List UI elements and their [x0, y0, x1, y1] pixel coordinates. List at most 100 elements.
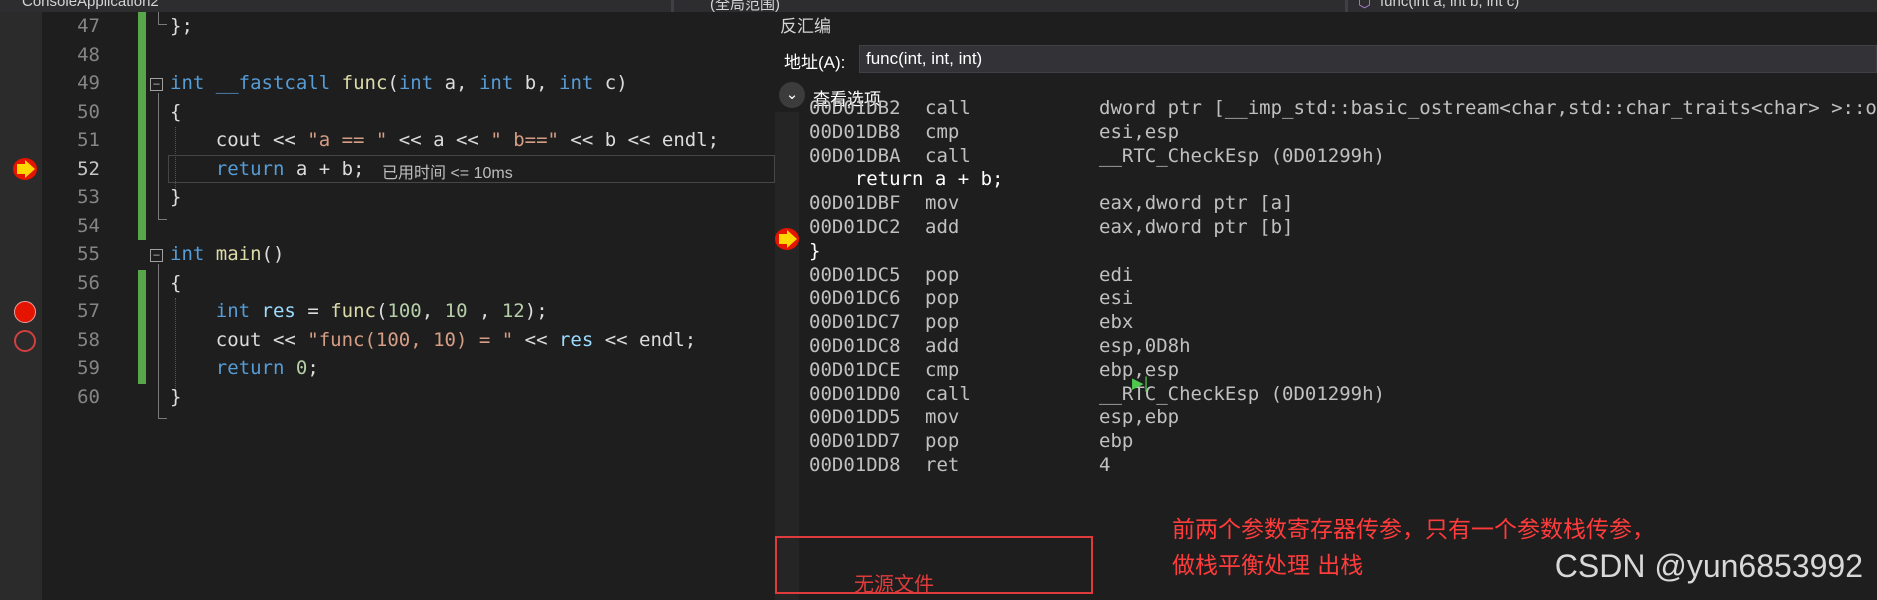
instruction-arg: eax,dword ptr [b] — [1099, 216, 1294, 238]
function-dropdown[interactable]: func(int a, int b, int c) — [1380, 0, 1519, 11]
line-number: 51 — [77, 129, 100, 151]
code-token: << endl; — [593, 328, 697, 351]
watermark: CSDN @yun6853992 — [1554, 548, 1863, 584]
code-token: ( — [375, 300, 388, 322]
project-dropdown[interactable]: ConsoleApplication2 — [22, 0, 159, 11]
code-line[interactable]: 57 int res = func(100, 10 , 12); — [0, 297, 775, 326]
line-number: 56 — [77, 271, 100, 294]
code-line[interactable]: 56 { — [0, 269, 775, 298]
code-token: " b==" — [490, 129, 559, 151]
code-line[interactable]: 49 int __fastcall func(int a, int b, int … — [0, 69, 775, 98]
scope-guide — [158, 418, 167, 419]
code-token: func — [341, 72, 388, 94]
line-number: 50 — [77, 100, 100, 123]
annotation-line: 前两个参数寄存器传参，只有一个参数栈传参， — [1172, 517, 1655, 543]
address-input[interactable] — [859, 45, 1877, 73]
disassembly-window[interactable]: 反汇编 地址(A): ⌄ 查看选项 00D01DB2calldword ptr … — [775, 12, 1877, 600]
code-text: cout << "func(100, 10) = " << res << end… — [170, 326, 696, 355]
tab-separator — [1345, 0, 1348, 12]
run-to-cursor-icon[interactable]: ▶| — [1132, 374, 1149, 392]
code-token: ( — [387, 72, 399, 94]
code-text: int __fastcall func(int a, int b, int c) — [170, 69, 628, 98]
code-text: }; — [170, 12, 193, 41]
code-text: cout << "a == " << a << " b==" << b << e… — [170, 126, 719, 155]
code-token: { — [170, 271, 182, 294]
code-token: a + b; — [284, 157, 365, 180]
code-line[interactable]: 51 cout << "a == " << a << " b==" << b <… — [0, 126, 775, 155]
code-line[interactable]: 48 — [0, 41, 775, 70]
instruction-row[interactable]: 00D01DC2 add eax,dword ptr [b] — [809, 213, 1877, 242]
code-token: } — [170, 385, 182, 408]
code-line[interactable]: 59 return 0; — [0, 354, 775, 383]
line-number: 59 — [77, 357, 100, 379]
code-token: , — [421, 300, 445, 322]
line-number: 54 — [77, 214, 100, 237]
code-token: int — [215, 300, 251, 322]
code-line[interactable]: 55 int main() — [0, 240, 775, 269]
code-token: res — [558, 328, 594, 351]
code-line[interactable]: 53} — [0, 183, 775, 212]
chevron-down-icon[interactable]: ⌄ — [779, 82, 805, 108]
elapsed-time-hint: 已用时间 <= 10ms — [382, 165, 513, 182]
code-token: 12 — [501, 300, 525, 322]
code-text: } — [170, 383, 181, 412]
code-token: () — [261, 243, 285, 265]
code-token: }; — [170, 15, 193, 37]
code-token: , — [467, 300, 502, 322]
instruction-row[interactable]: 00D01DD8 ret 4 — [809, 451, 1877, 480]
code-token: return — [215, 357, 285, 379]
code-line[interactable]: 47}; — [0, 12, 775, 41]
code-text: { — [170, 98, 181, 127]
code-token: "func(100, 10) = " — [307, 328, 514, 351]
line-number: 47 — [77, 15, 100, 37]
code-line[interactable]: 50 { — [0, 98, 775, 127]
line-number: 49 — [77, 72, 100, 94]
disassembly-margin[interactable] — [775, 112, 799, 600]
code-token: { — [170, 100, 182, 123]
ret-highlight-box — [775, 536, 1093, 594]
code-token: a, — [433, 72, 479, 94]
code-token: "a == " — [307, 129, 388, 151]
instruction-addr: 00D01DD8 — [809, 454, 901, 476]
code-line[interactable]: 58 cout << "func(100, 10) = " << res << … — [0, 326, 775, 355]
code-token: c) — [593, 72, 628, 94]
code-token: int — [559, 72, 594, 94]
document-tab-strip: ConsoleApplication2 (全局范围) ⬡ func(int a,… — [0, 0, 1877, 12]
code-token: << a << — [387, 129, 491, 151]
code-token: << — [513, 328, 559, 351]
code-token: = — [295, 300, 331, 322]
code-token: cout << — [170, 328, 308, 351]
scope-dropdown[interactable]: (全局范围) — [710, 0, 780, 12]
instruction-op: ret — [925, 454, 960, 476]
code-text: int res = func(100, 10 , 12); — [170, 297, 548, 326]
code-token: 10 — [444, 300, 468, 322]
code-token: main — [215, 243, 262, 265]
code-token: } — [170, 186, 182, 208]
instruction-op: add — [925, 216, 960, 238]
code-text: int main() — [170, 240, 284, 269]
code-token: return — [215, 157, 285, 180]
no-source-label: 无源文件 — [854, 572, 934, 596]
code-token: int — [398, 72, 434, 94]
code-text: { — [170, 269, 181, 298]
code-token: __fastcall — [215, 72, 331, 94]
line-number: 52 — [77, 157, 100, 180]
code-editor[interactable]: − − 47}; 48 49 int __fastcall func(int a, i… — [0, 12, 775, 600]
line-number: 55 — [77, 243, 100, 265]
code-text: } — [170, 183, 181, 212]
line-number: 57 — [77, 300, 100, 322]
disassembly-title: 反汇编 — [780, 17, 831, 36]
code-token: func — [330, 300, 376, 322]
execution-arrow-icon — [775, 228, 799, 250]
line-number: 58 — [77, 328, 100, 351]
code-line[interactable]: 54 — [0, 212, 775, 241]
code-token: 100 — [387, 300, 422, 322]
code-line[interactable]: 60} — [0, 383, 775, 412]
line-number: 48 — [77, 43, 100, 66]
tab-separator — [671, 0, 674, 12]
